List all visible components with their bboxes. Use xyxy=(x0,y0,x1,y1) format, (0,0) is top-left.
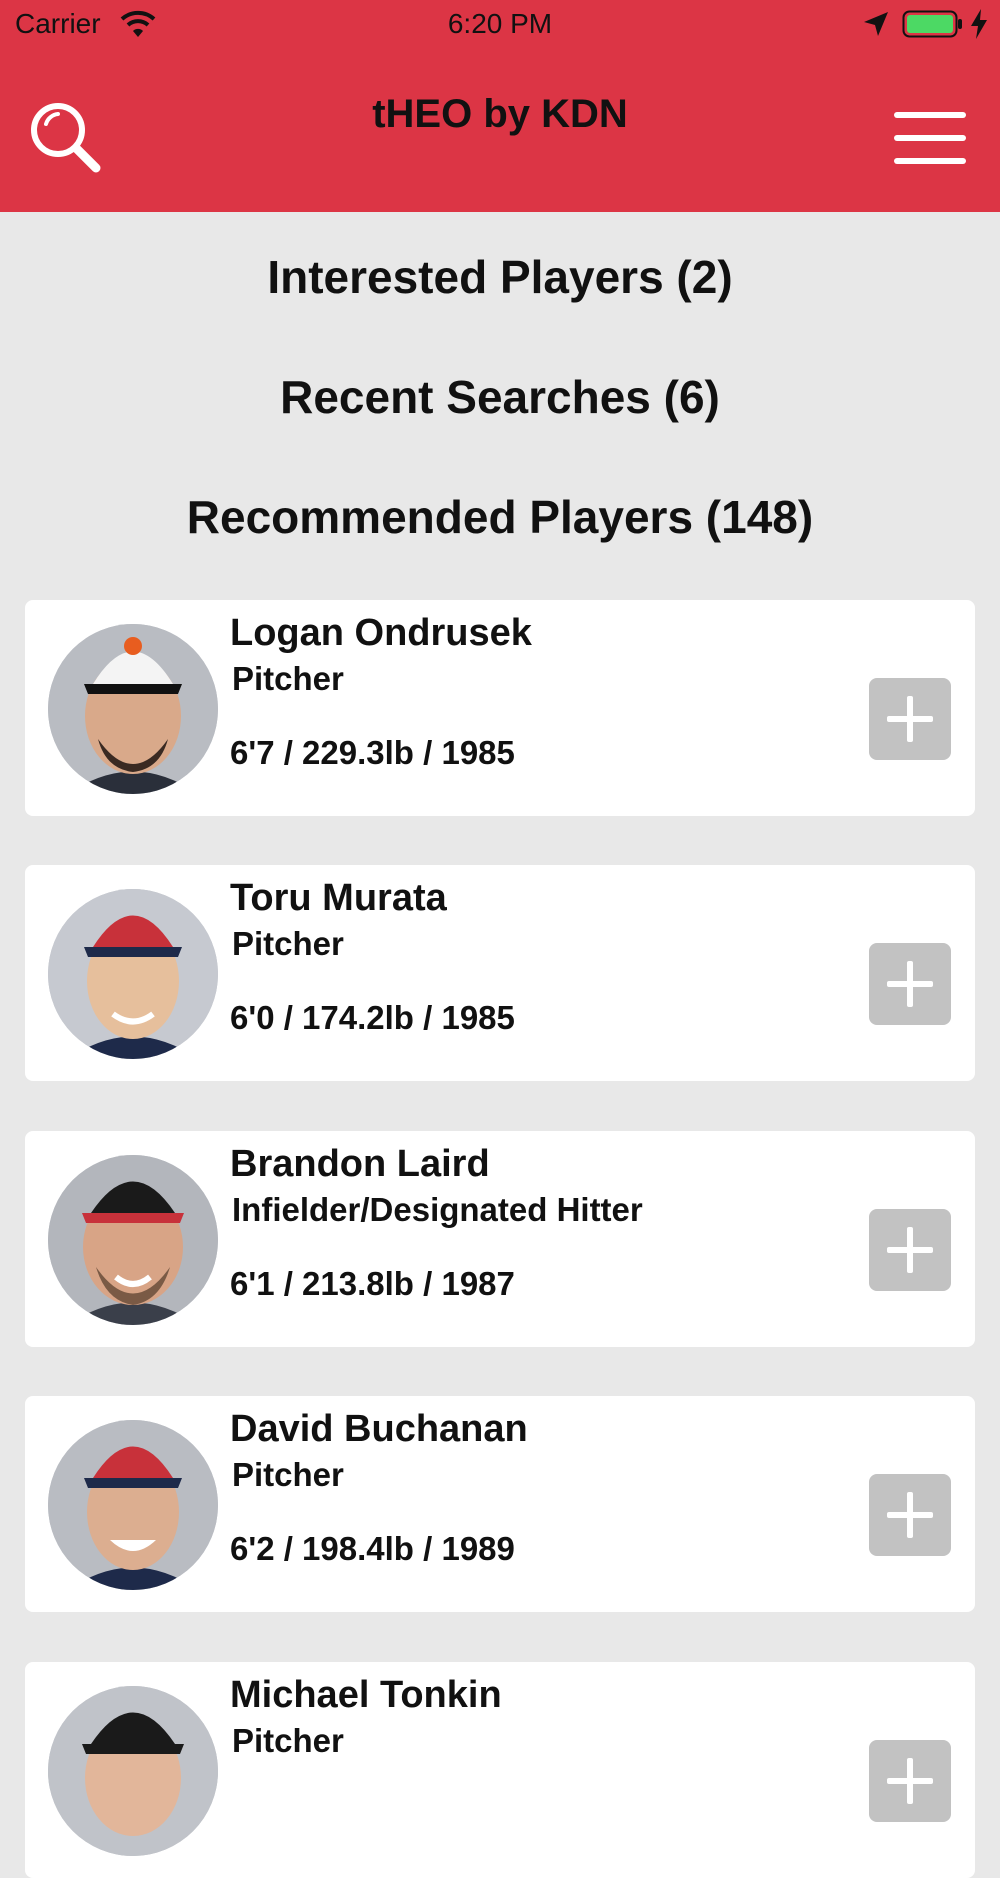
player-name: Brandon Laird xyxy=(230,1143,490,1185)
player-avatar xyxy=(48,624,218,794)
player-position: Pitcher xyxy=(232,1722,344,1759)
player-stats: 6'7 / 229.3lb / 1985 xyxy=(230,734,515,771)
menu-icon[interactable] xyxy=(894,110,966,166)
add-player-button[interactable] xyxy=(869,1474,951,1556)
player-card[interactable]: Michael Tonkin Pitcher xyxy=(25,1662,975,1878)
player-photo-icon xyxy=(48,1420,218,1590)
interested-players-link[interactable]: Interested Players (2) xyxy=(0,250,1000,304)
location-arrow-icon xyxy=(862,10,890,38)
player-avatar xyxy=(48,889,218,1059)
player-photo-icon xyxy=(48,624,218,794)
add-player-button[interactable] xyxy=(869,1740,951,1822)
battery-icon xyxy=(902,10,964,38)
player-avatar xyxy=(48,1686,218,1856)
status-bar: Carrier 6:20 PM xyxy=(0,0,1000,50)
player-position: Pitcher xyxy=(232,660,344,697)
app-header: Carrier 6:20 PM tHEO by KDN xyxy=(0,0,1000,212)
add-player-button[interactable] xyxy=(869,943,951,1025)
add-player-button[interactable] xyxy=(869,678,951,760)
charging-bolt-icon xyxy=(968,8,990,40)
player-photo-icon xyxy=(48,1155,218,1325)
player-avatar xyxy=(48,1420,218,1590)
menu-line xyxy=(894,135,966,141)
player-name: Logan Ondrusek xyxy=(230,612,532,654)
player-stats: 6'0 / 174.2lb / 1985 xyxy=(230,999,515,1036)
player-stats: 6'2 / 198.4lb / 1989 xyxy=(230,1530,515,1567)
player-stats: 6'1 / 213.8lb / 1987 xyxy=(230,1265,515,1302)
player-card[interactable]: Brandon Laird Infielder/Designated Hitte… xyxy=(25,1131,975,1347)
add-player-button[interactable] xyxy=(869,1209,951,1291)
player-card[interactable]: Logan Ondrusek Pitcher 6'7 / 229.3lb / 1… xyxy=(25,600,975,816)
player-position: Pitcher xyxy=(232,1456,344,1493)
player-name: David Buchanan xyxy=(230,1408,528,1450)
menu-line xyxy=(894,158,966,164)
app-title: tHEO by KDN xyxy=(372,92,628,136)
player-name: Toru Murata xyxy=(230,877,447,919)
recent-searches-link[interactable]: Recent Searches (6) xyxy=(0,370,1000,424)
player-position: Pitcher xyxy=(232,925,344,962)
player-card[interactable]: Toru Murata Pitcher 6'0 / 174.2lb / 1985 xyxy=(25,865,975,1081)
menu-line xyxy=(894,112,966,118)
player-photo-icon xyxy=(48,1686,218,1856)
recommended-players-link[interactable]: Recommended Players (148) xyxy=(0,490,1000,544)
player-position: Infielder/Designated Hitter xyxy=(232,1191,643,1228)
player-card[interactable]: David Buchanan Pitcher 6'2 / 198.4lb / 1… xyxy=(25,1396,975,1612)
player-photo-icon xyxy=(48,889,218,1059)
status-time: 6:20 PM xyxy=(447,8,553,39)
player-avatar xyxy=(48,1155,218,1325)
player-name: Michael Tonkin xyxy=(230,1674,502,1716)
